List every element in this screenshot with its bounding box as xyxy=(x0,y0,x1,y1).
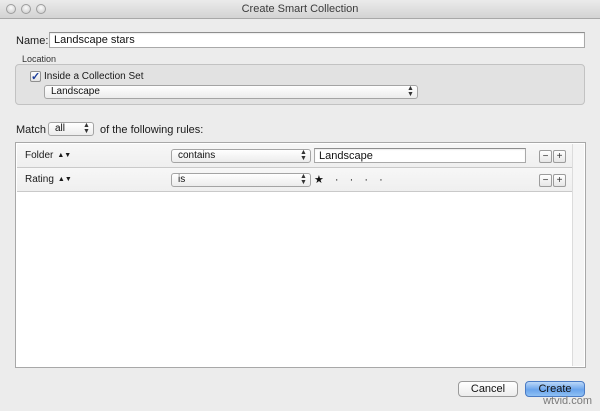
updown-arrows-icon: ▲▼ xyxy=(300,173,307,186)
title-bar: Create Smart Collection xyxy=(0,0,600,19)
match-mode-value: all xyxy=(55,123,66,134)
name-input[interactable] xyxy=(49,32,585,48)
window-title: Create Smart Collection xyxy=(241,3,359,15)
rule-row: Rating ▲▼ is ▲ ▼ ★ · · · · − + xyxy=(17,168,572,192)
rule-field-menu[interactable]: Rating ▲▼ xyxy=(25,174,72,185)
rule-operator-value: is xyxy=(178,174,186,185)
rule-operator-popup[interactable]: is ▲ ▼ xyxy=(171,173,311,187)
rule-field-label: Rating xyxy=(25,174,54,185)
rule-field-label: Folder xyxy=(25,150,54,161)
rule-operator-value: contains xyxy=(178,150,216,161)
collection-set-value: Landscape xyxy=(51,86,100,97)
match-mode-popup[interactable]: all ▲ ▼ xyxy=(48,122,94,136)
add-rule-button[interactable]: + xyxy=(553,174,566,187)
rules-scrollbar[interactable] xyxy=(572,144,584,366)
updown-arrows-icon: ▲▼ xyxy=(57,152,72,159)
location-box: ✓ Inside a Collection Set Landscape ▲ ▼ xyxy=(15,64,585,105)
updown-arrows-icon: ▲▼ xyxy=(83,122,90,135)
updown-arrows-icon: ▲▼ xyxy=(407,85,414,98)
collection-set-popup[interactable]: Landscape ▲ ▼ xyxy=(44,85,418,99)
updown-arrows-icon: ▲▼ xyxy=(300,149,307,162)
remove-rule-button[interactable]: − xyxy=(539,174,552,187)
inside-collection-set-checkbox[interactable]: ✓ xyxy=(30,71,41,83)
match-prefix-label: Match xyxy=(16,124,46,136)
smart-collection-dialog: Create Smart Collection Name: Location ✓… xyxy=(0,0,600,411)
match-suffix-label: of the following rules: xyxy=(100,124,204,136)
remove-rule-button[interactable]: − xyxy=(539,150,552,163)
inside-collection-set-label: Inside a Collection Set xyxy=(44,71,144,82)
location-header: Location xyxy=(22,54,57,64)
rule-row: Folder▲▼ contains ▲▼ − + xyxy=(17,144,572,168)
rating-stars-control[interactable]: ★ · · · · xyxy=(314,173,387,186)
cancel-button[interactable]: Cancel xyxy=(458,381,518,397)
watermark-text: wtvid.com xyxy=(543,395,592,407)
rule-field-menu[interactable]: Folder ▲▼ xyxy=(25,150,71,161)
rule-operator-popup[interactable]: contains ▲ ▼ xyxy=(171,149,311,163)
updown-arrows-icon: ▲▼ xyxy=(57,176,72,183)
checkmark-icon: ✓ xyxy=(31,71,41,83)
name-label: Name: xyxy=(16,35,49,47)
rules-list: Folder▲▼ contains ▲▼ − + Rating▲▼ is ▲▼ … xyxy=(15,142,586,368)
add-rule-button[interactable]: + xyxy=(553,150,566,163)
rule-value-input[interactable] xyxy=(314,148,526,163)
